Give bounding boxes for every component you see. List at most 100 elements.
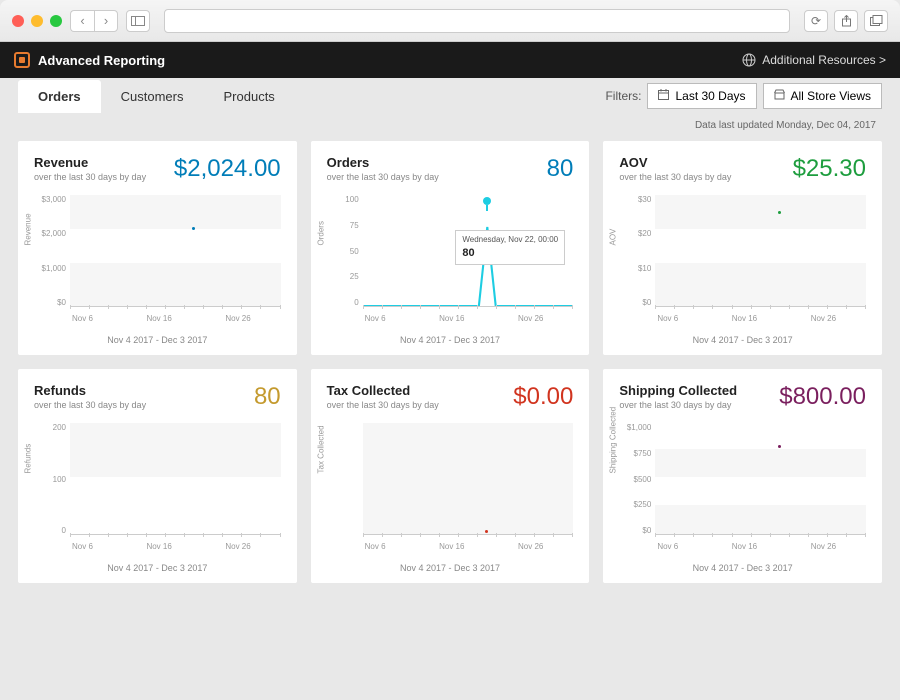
axis-label: Shipping Collected xyxy=(609,407,618,474)
y-tick: 100 xyxy=(34,475,66,484)
card-revenue-value: $2,024.00 xyxy=(174,155,281,183)
y-tick: $2,000 xyxy=(34,229,66,238)
card-tax-value: $0.00 xyxy=(513,383,573,411)
close-window-button[interactable] xyxy=(12,15,24,27)
x-label: Nov 26 xyxy=(225,542,250,551)
x-label: Nov 6 xyxy=(72,314,93,323)
back-button[interactable]: ‹ xyxy=(70,10,94,32)
card-shipping-subtitle: over the last 30 days by day xyxy=(619,400,737,410)
y-tick: $1,000 xyxy=(619,423,651,432)
y-tick: 50 xyxy=(327,247,359,256)
card-orders: Orders over the last 30 days by day 80 O… xyxy=(311,141,590,355)
y-tick: $0 xyxy=(619,298,651,307)
card-revenue-subtitle: over the last 30 days by day xyxy=(34,172,146,182)
minimize-window-button[interactable] xyxy=(31,15,43,27)
y-tick: 0 xyxy=(34,526,66,535)
axis-label: Refunds xyxy=(24,444,33,474)
x-label: Nov 6 xyxy=(365,314,386,323)
card-orders-title: Orders xyxy=(327,155,439,170)
card-shipping-chart: Shipping Collected $1,000 $750 $500 $250… xyxy=(619,419,866,559)
y-tick: 200 xyxy=(34,423,66,432)
y-tick: 0 xyxy=(327,298,359,307)
card-aov-value: $25.30 xyxy=(793,155,866,183)
filter-period-button[interactable]: Last 30 Days xyxy=(647,83,756,109)
card-tax: Tax Collected over the last 30 days by d… xyxy=(311,369,590,583)
filter-scope-label: All Store Views xyxy=(791,89,871,103)
share-button[interactable] xyxy=(834,10,858,32)
card-revenue-title: Revenue xyxy=(34,155,146,170)
y-tick: $750 xyxy=(619,449,651,458)
card-shipping-range: Nov 4 2017 - Dec 3 2017 xyxy=(619,563,866,573)
x-label: Nov 16 xyxy=(439,314,464,323)
sidebar-toggle-button[interactable] xyxy=(126,10,150,32)
store-icon xyxy=(774,89,785,103)
filter-scope-button[interactable]: All Store Views xyxy=(763,83,882,109)
additional-resources-link[interactable]: Additional Resources > xyxy=(742,53,886,67)
magento-logo-icon xyxy=(14,52,30,68)
x-label: Nov 6 xyxy=(657,314,678,323)
y-tick: $10 xyxy=(619,264,651,273)
filter-period-label: Last 30 Days xyxy=(675,89,745,103)
tab-orders[interactable]: Orders xyxy=(18,80,101,113)
card-orders-value: 80 xyxy=(547,155,574,183)
card-revenue-chart: Revenue $3,000 $2,000 $1,000 $0 Nov 6. N… xyxy=(34,191,281,331)
y-tick: 25 xyxy=(327,272,359,281)
axis-label: Orders xyxy=(316,221,325,245)
maximize-window-button[interactable] xyxy=(50,15,62,27)
card-aov-chart: AOV $30 $20 $10 $0 Nov 6. Nov 16. Nov 26… xyxy=(619,191,866,331)
card-refunds-range: Nov 4 2017 - Dec 3 2017 xyxy=(34,563,281,573)
card-orders-subtitle: over the last 30 days by day xyxy=(327,172,439,182)
card-revenue: Revenue over the last 30 days by day $2,… xyxy=(18,141,297,355)
y-tick: $500 xyxy=(619,475,651,484)
globe-icon xyxy=(742,53,756,67)
axis-label: Revenue xyxy=(24,213,33,245)
x-label: Nov 26 xyxy=(518,542,543,551)
browser-chrome: ‹ › ⟳ xyxy=(0,0,900,42)
calendar-icon xyxy=(658,89,669,103)
filters-label: Filters: xyxy=(605,89,641,103)
y-tick: $3,000 xyxy=(34,195,66,204)
card-refunds-chart: Refunds 200 100 0 Nov 6. Nov 16. Nov 26. xyxy=(34,419,281,559)
y-tick: $0 xyxy=(619,526,651,535)
additional-resources-label: Additional Resources > xyxy=(762,53,886,67)
y-tick: 75 xyxy=(327,221,359,230)
chart-tooltip: Wednesday, Nov 22, 00:00 80 xyxy=(455,230,565,265)
reload-button[interactable]: ⟳ xyxy=(804,10,828,32)
card-aov-range: Nov 4 2017 - Dec 3 2017 xyxy=(619,335,866,345)
forward-button[interactable]: › xyxy=(94,10,118,32)
x-label: Nov 16 xyxy=(439,542,464,551)
card-tax-chart: Tax Collected Nov 6. Nov 16. Nov 26. xyxy=(327,419,574,559)
card-aov-title: AOV xyxy=(619,155,731,170)
y-tick: $1,000 xyxy=(34,264,66,273)
card-shipping: Shipping Collected over the last 30 days… xyxy=(603,369,882,583)
url-bar[interactable] xyxy=(164,9,790,33)
card-shipping-title: Shipping Collected xyxy=(619,383,737,398)
x-label: Nov 16 xyxy=(146,314,171,323)
tabs-button[interactable] xyxy=(864,10,888,32)
data-point xyxy=(778,211,781,214)
card-refunds-title: Refunds xyxy=(34,383,146,398)
x-label: Nov 16 xyxy=(146,542,171,551)
tab-customers[interactable]: Customers xyxy=(101,80,204,113)
card-tax-subtitle: over the last 30 days by day xyxy=(327,400,439,410)
y-tick: $30 xyxy=(619,195,651,204)
data-point xyxy=(192,227,195,230)
y-tick: $20 xyxy=(619,229,651,238)
axis-label: AOV xyxy=(609,229,618,246)
window-controls xyxy=(12,15,62,27)
tab-products[interactable]: Products xyxy=(204,80,295,113)
card-tax-title: Tax Collected xyxy=(327,383,439,398)
y-tick: 100 xyxy=(327,195,359,204)
card-shipping-value: $800.00 xyxy=(779,383,866,411)
card-orders-range: Nov 4 2017 - Dec 3 2017 xyxy=(327,335,574,345)
x-label: Nov 26 xyxy=(811,542,836,551)
card-refunds-value: 80 xyxy=(254,383,281,411)
x-label: Nov 26 xyxy=(518,314,543,323)
last-updated: Data last updated Monday, Dec 04, 2017 xyxy=(0,114,900,133)
marker-icon xyxy=(483,197,491,205)
card-aov: AOV over the last 30 days by day $25.30 … xyxy=(603,141,882,355)
card-tax-range: Nov 4 2017 - Dec 3 2017 xyxy=(327,563,574,573)
x-label: Nov 26 xyxy=(225,314,250,323)
axis-label: Tax Collected xyxy=(316,425,325,473)
data-point xyxy=(778,445,781,448)
